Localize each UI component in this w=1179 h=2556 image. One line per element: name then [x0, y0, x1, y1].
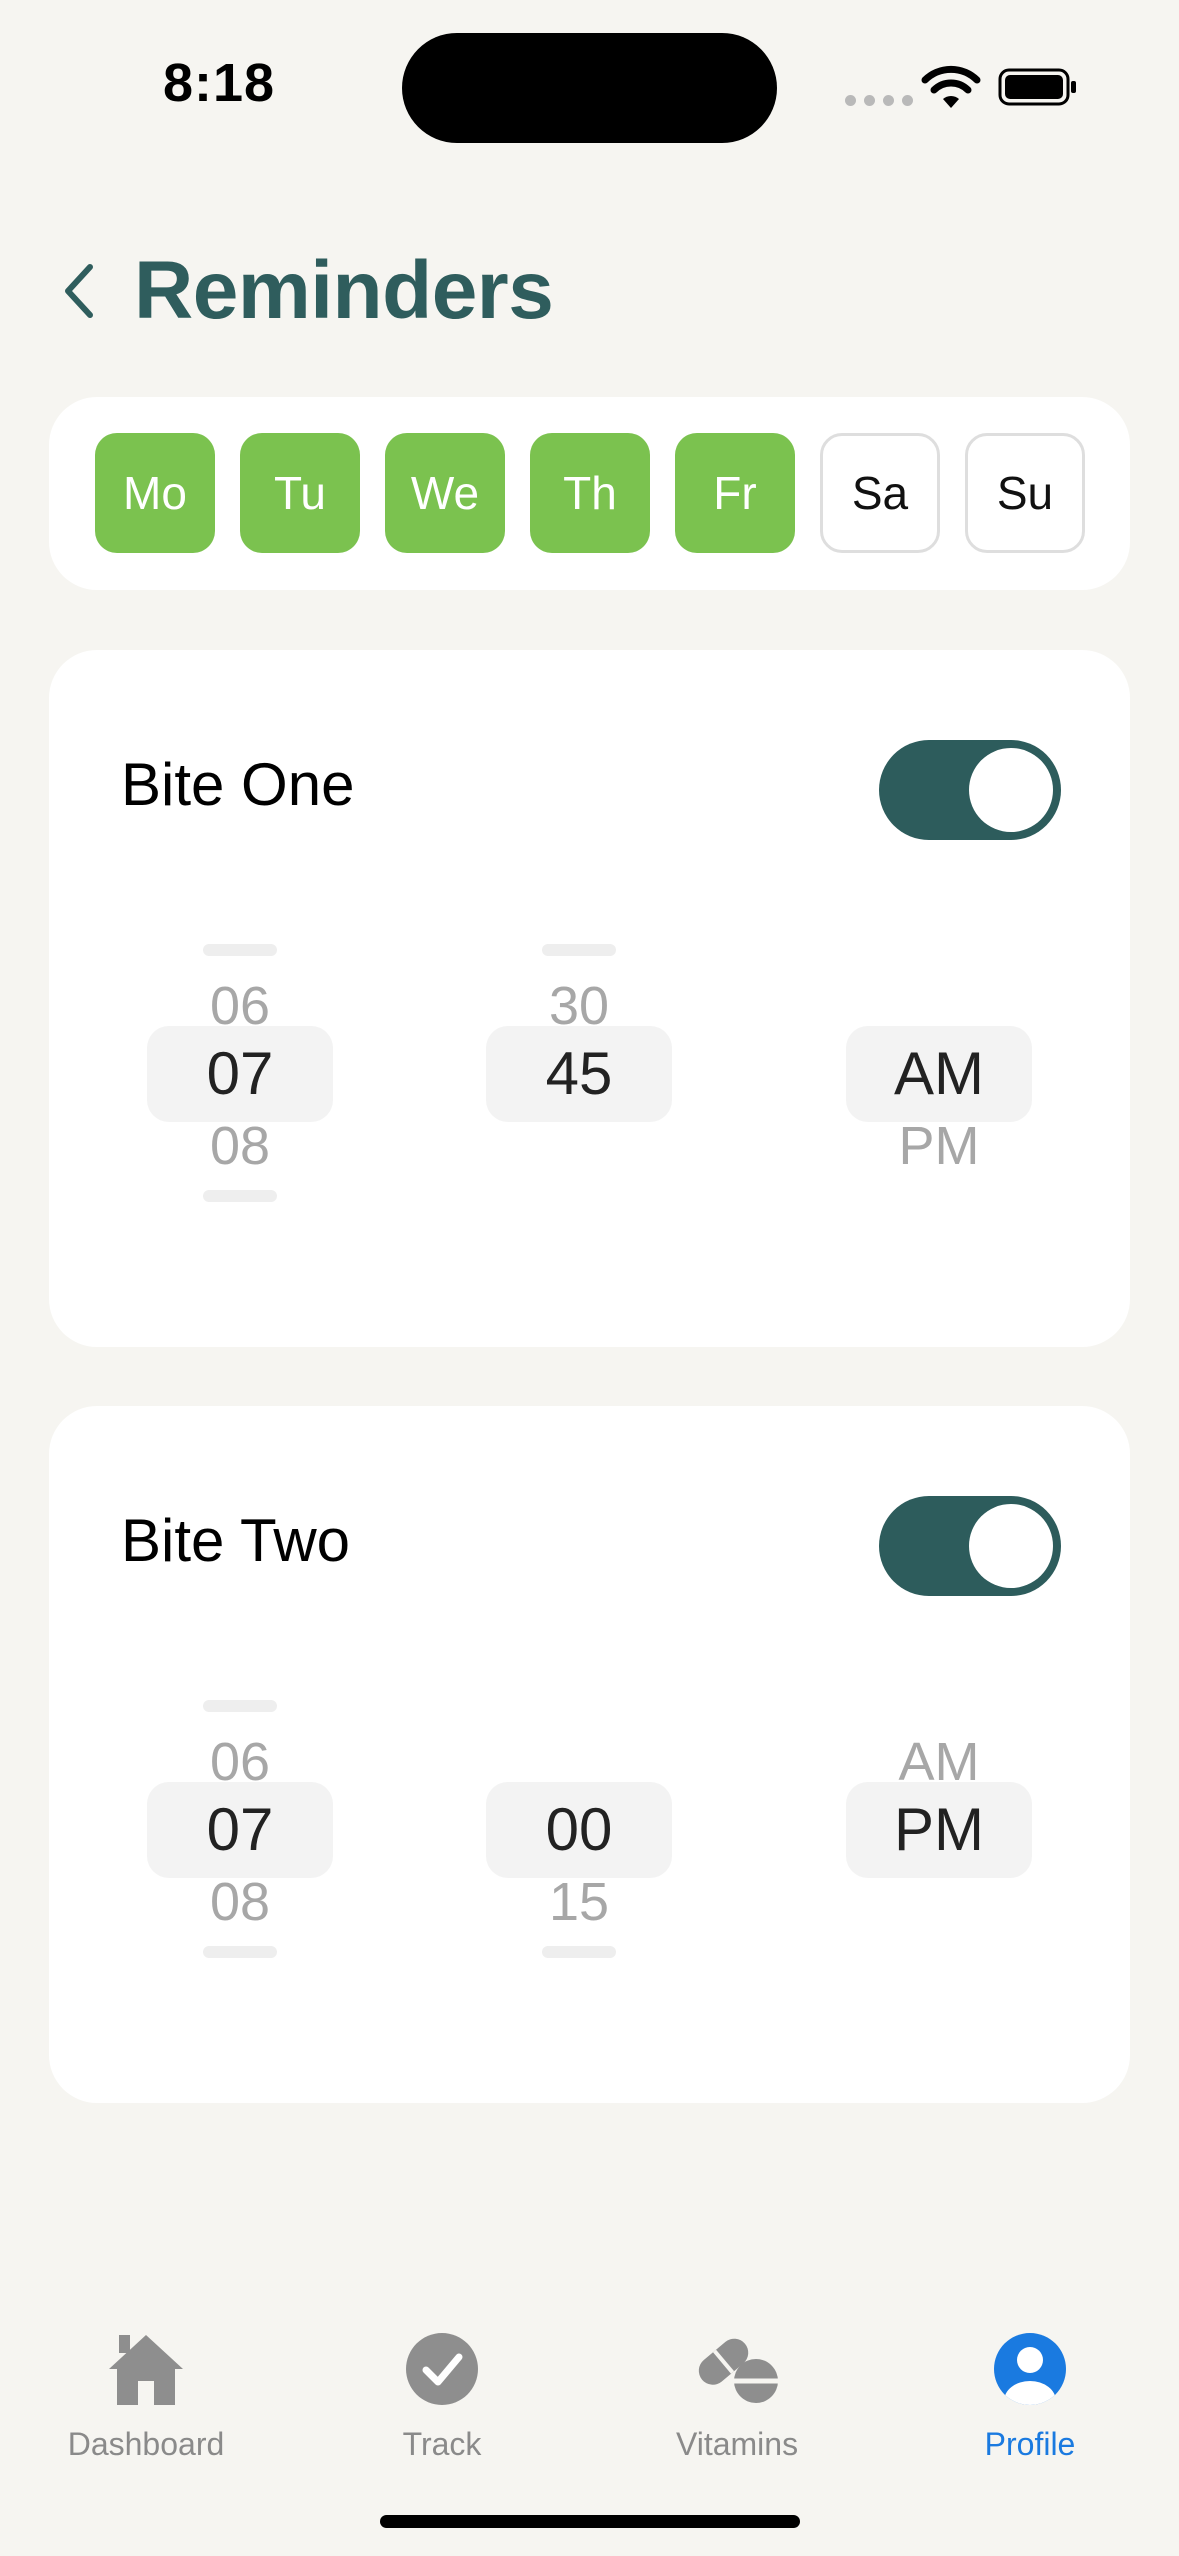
tab-vitamins[interactable]: Vitamins [627, 2324, 847, 2463]
chevron-left-icon[interactable] [60, 251, 116, 331]
checkmark-circle-icon [397, 2324, 487, 2414]
weekday-selector: Mo Tu We Th Fr Sa Su [49, 397, 1130, 590]
battery-icon [998, 68, 1076, 106]
tab-profile[interactable]: Profile [920, 2324, 1140, 2463]
header: Reminders [60, 236, 554, 346]
tab-dashboard[interactable]: Dashboard [36, 2324, 256, 2463]
reminder-card-bite-one: Bite One 06 07 08 30 45 AM PM [49, 650, 1130, 1347]
minute-selected: 45 [545, 1040, 613, 1107]
day-mo[interactable]: Mo [95, 433, 215, 553]
toggle-knob [969, 748, 1053, 832]
dynamic-island [402, 33, 777, 143]
tab-track[interactable]: Track [332, 2324, 552, 2463]
reminder-card-bite-two: Bite Two 06 07 08 00 15 AM PM [49, 1406, 1130, 2103]
tab-label: Vitamins [675, 2426, 799, 2462]
status-time: 8:18 [163, 53, 276, 113]
toggle-knob [969, 1504, 1053, 1588]
hour-selected: 07 [206, 1796, 274, 1863]
pills-icon [692, 2324, 782, 2414]
wifi-icon [921, 65, 981, 108]
cellular-signal-icon [845, 95, 913, 106]
reminder-toggle[interactable] [879, 1496, 1061, 1596]
hour-option-below: 08 [209, 1872, 271, 1932]
tab-label: Profile [984, 2426, 1076, 2462]
minute-picker[interactable]: 30 45 [486, 922, 672, 1242]
minute-picker[interactable]: 00 15 [486, 1678, 672, 1998]
hour-option-below: 08 [209, 1116, 271, 1176]
day-fr[interactable]: Fr [675, 433, 795, 553]
day-tu[interactable]: Tu [240, 433, 360, 553]
hour-picker[interactable]: 06 07 08 [147, 1678, 333, 1998]
tab-label: Dashboard [67, 2426, 225, 2462]
minute-option-below: 15 [548, 1872, 610, 1932]
reminder-title: Bite Two [121, 1507, 351, 1574]
person-circle-icon [985, 2324, 1075, 2414]
period-option-below: PM [898, 1116, 980, 1176]
hour-selected: 07 [206, 1040, 274, 1107]
house-icon [101, 2324, 191, 2414]
period-selected: AM [894, 1040, 984, 1107]
period-picker[interactable]: AM PM [846, 922, 1032, 1242]
reminder-toggle[interactable] [879, 740, 1061, 840]
day-su[interactable]: Su [965, 433, 1085, 553]
page-title: Reminders [134, 245, 554, 336]
day-sa[interactable]: Sa [820, 433, 940, 553]
day-we[interactable]: We [385, 433, 505, 553]
status-bar: 8:18 [0, 0, 1179, 150]
reminder-title: Bite One [121, 751, 355, 818]
day-th[interactable]: Th [530, 433, 650, 553]
period-picker[interactable]: AM PM [846, 1678, 1032, 1998]
hour-picker[interactable]: 06 07 08 [147, 922, 333, 1242]
tab-label: Track [402, 2426, 482, 2462]
minute-selected: 00 [545, 1796, 613, 1863]
period-selected: PM [894, 1796, 984, 1863]
home-indicator [380, 2515, 800, 2528]
